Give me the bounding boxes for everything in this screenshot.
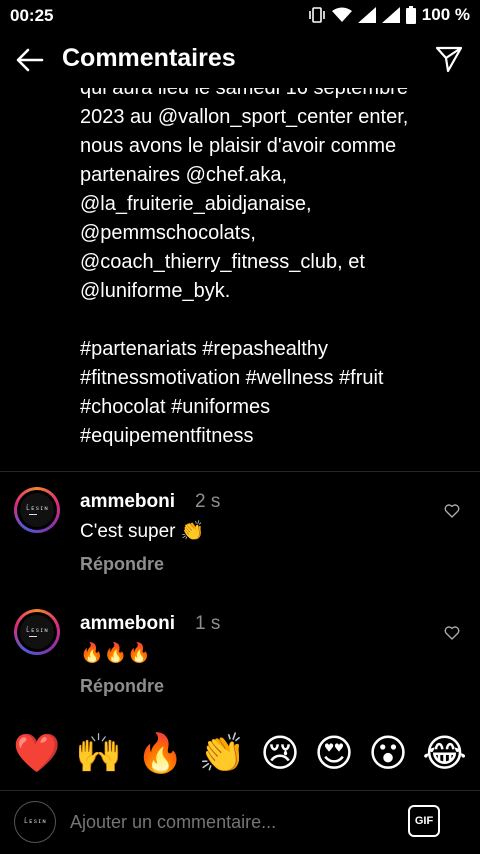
emoji-fire[interactable]: 🔥: [137, 735, 184, 773]
battery-icon: [405, 6, 416, 24]
emoji-raising-hands[interactable]: 🙌: [75, 735, 122, 773]
battery-percent: 100 %: [421, 5, 470, 24]
comment-time: 1 s: [195, 613, 221, 634]
emoji-crying[interactable]: 😢: [260, 735, 300, 773]
avatar[interactable]: Ĺ ᴇ s ɪ ɴ: [14, 609, 60, 655]
emoji-laughing[interactable]: 😂: [422, 735, 466, 773]
heart-icon[interactable]: [444, 625, 460, 641]
gif-button[interactable]: GIF: [408, 805, 440, 837]
status-icons: 100 %: [308, 5, 470, 25]
avatar[interactable]: Ĺ ᴇ s ɪ ɴ: [14, 487, 60, 533]
avatar-logo: Ĺ ᴇ s ɪ ɴ: [20, 615, 54, 649]
post-caption: qui aura lieu le samedi 16 septembre 202…: [80, 77, 409, 447]
page-title: Commentaires: [62, 44, 236, 72]
divider: [0, 471, 480, 472]
reply-button[interactable]: Répondre: [80, 554, 164, 575]
avatar-logo: Ĺ ᴇ s ɪ ɴ: [20, 493, 54, 527]
header: Commentaires: [0, 32, 480, 88]
status-time: 00:25: [10, 6, 54, 25]
vibrate-icon: [308, 7, 325, 23]
comment-username[interactable]: ammeboni: [80, 491, 175, 513]
comment-text: C'est super 👏: [80, 521, 205, 542]
paper-plane-icon[interactable]: [434, 44, 464, 74]
comment-composer: Ĺ ᴇ s ɪ ɴ GIF: [0, 791, 480, 854]
emoji-heart[interactable]: ❤️: [13, 735, 60, 773]
signal-icon: [381, 7, 400, 23]
heart-icon[interactable]: [444, 503, 460, 519]
comment-item: Ĺ ᴇ s ɪ ɴ ammeboni 1 s 🔥🔥🔥 Répondre: [0, 605, 480, 715]
arrow-left-icon[interactable]: [14, 44, 46, 76]
emoji-clapping[interactable]: 👏: [198, 735, 245, 773]
emoji-heart-eyes[interactable]: 😍: [314, 735, 354, 773]
comment-item: Ĺ ᴇ s ɪ ɴ ammeboni 2 s C'est super 👏 Rép…: [0, 483, 480, 593]
signal-4g-icon: [357, 7, 376, 23]
comment-username[interactable]: ammeboni: [80, 613, 175, 635]
emoji-surprised[interactable]: 😮: [368, 735, 408, 773]
status-bar: 00:25 100 %: [0, 0, 480, 32]
my-avatar: Ĺ ᴇ s ɪ ɴ: [14, 801, 56, 843]
wifi-icon: [331, 7, 352, 22]
comment-input[interactable]: [68, 811, 372, 834]
reply-button[interactable]: Répondre: [80, 676, 164, 697]
comment-time: 2 s: [195, 491, 221, 512]
comment-text: 🔥🔥🔥: [80, 643, 151, 664]
emoji-quick-bar: ❤️ 🙌 🔥 👏 😢 😍 😮 😂: [0, 718, 480, 790]
